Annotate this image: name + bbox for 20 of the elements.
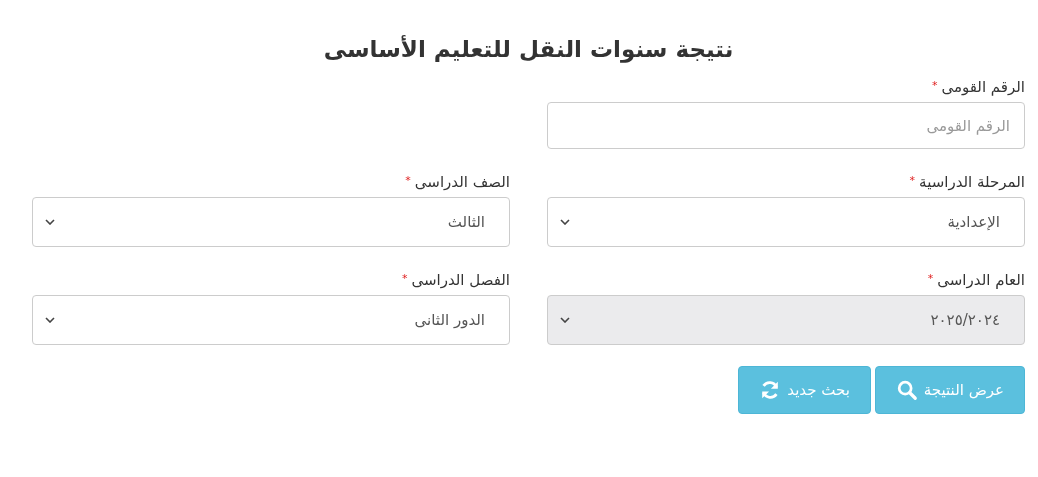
required-mark: *	[927, 271, 934, 287]
required-mark: *	[931, 78, 938, 94]
chevron-down-icon	[560, 219, 570, 225]
field-label: الرقم القومى	[941, 77, 1025, 98]
chevron-down-icon	[560, 317, 570, 323]
field-label: العام الدراسى	[937, 270, 1025, 291]
field-label: المرحلة الدراسية	[919, 172, 1025, 193]
dropdown[interactable]: الإعدادية	[547, 197, 1025, 247]
search-icon	[895, 379, 918, 401]
dropdown[interactable]: الدور الثانى	[32, 295, 510, 345]
required-mark: *	[909, 173, 916, 189]
text-field[interactable]: الرقم القومى	[547, 102, 1025, 149]
chevron-down-icon	[45, 219, 55, 225]
field-label: الفصل الدراسى	[411, 270, 510, 291]
required-mark: *	[405, 173, 411, 189]
chevron-down-icon	[45, 317, 55, 323]
dropdown[interactable]: الثالث	[32, 197, 510, 247]
field-label: الصف الدراسى	[414, 172, 510, 193]
required-mark: *	[401, 271, 408, 287]
page-title: نتيجة سنوات النقل للتعليم الأساسى	[322, 36, 735, 62]
